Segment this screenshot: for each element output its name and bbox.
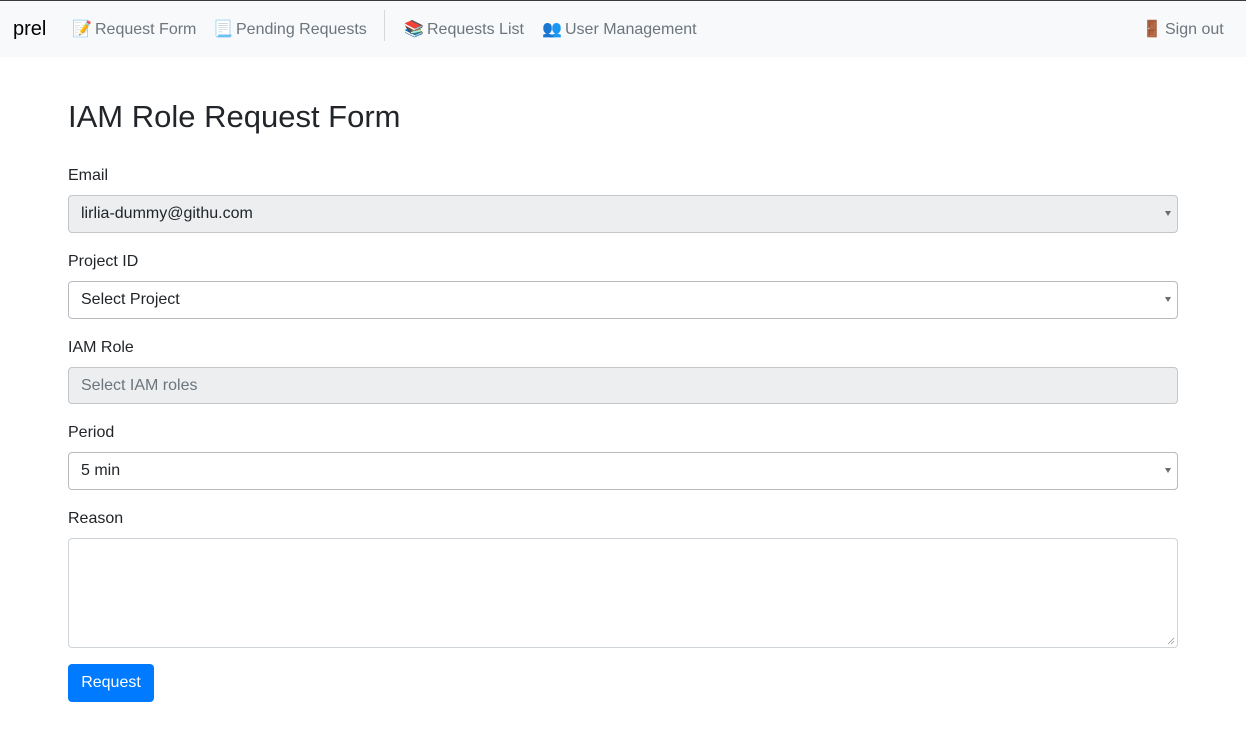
nav-pending-requests[interactable]: 📃 Pending Requests <box>213 19 367 41</box>
nav-request-form-label: Request Form <box>95 21 197 38</box>
page-title: IAM Role Request Form <box>68 99 401 134</box>
nav-requests-list-label: Requests List <box>427 21 524 38</box>
chevron-down-icon <box>1165 297 1171 302</box>
nav-divider <box>384 10 385 41</box>
nav-sign-out[interactable]: 🚪 Sign out <box>1142 19 1224 41</box>
resize-grip-icon[interactable] <box>1167 637 1175 645</box>
memo-icon: 📝 <box>72 21 92 38</box>
email-select-value: lirlia-dummy@githu.com <box>81 205 253 222</box>
period-select-value: 5 min <box>81 462 121 479</box>
nav-user-management-label: User Management <box>565 21 697 38</box>
reason-textarea[interactable] <box>68 538 1178 648</box>
nav-request-form[interactable]: 📝 Request Form <box>72 19 196 41</box>
nav-sign-out-label: Sign out <box>1165 21 1224 38</box>
brand-logo[interactable]: prel <box>13 17 46 41</box>
chevron-down-icon <box>1165 211 1171 216</box>
books-icon: 📚 <box>404 21 424 38</box>
project-id-select-value: Select Project <box>81 291 180 308</box>
reason-label: Reason <box>68 510 124 527</box>
page-icon: 📃 <box>213 21 233 38</box>
users-icon: 👥 <box>542 21 562 38</box>
nav-pending-requests-label: Pending Requests <box>236 21 367 38</box>
email-label: Email <box>68 167 109 184</box>
iam-role-placeholder: Select IAM roles <box>81 377 198 394</box>
door-icon: 🚪 <box>1142 21 1162 38</box>
project-id-select[interactable]: Select Project <box>68 281 1178 319</box>
navbar: prel 📝 Request Form 📃 Pending Requests 📚… <box>0 1 1246 57</box>
period-label: Period <box>68 424 115 441</box>
period-select[interactable]: 5 min <box>68 452 1178 490</box>
email-select[interactable]: lirlia-dummy@githu.com <box>68 195 1178 233</box>
nav-requests-list[interactable]: 📚 Requests List <box>404 19 524 41</box>
request-button[interactable]: Request <box>68 664 154 702</box>
nav-user-management[interactable]: 👥 User Management <box>542 19 697 41</box>
iam-role-label: IAM Role <box>68 339 134 356</box>
chevron-down-icon <box>1165 468 1171 473</box>
iam-role-select[interactable]: Select IAM roles <box>68 367 1178 404</box>
project-id-label: Project ID <box>68 253 139 270</box>
